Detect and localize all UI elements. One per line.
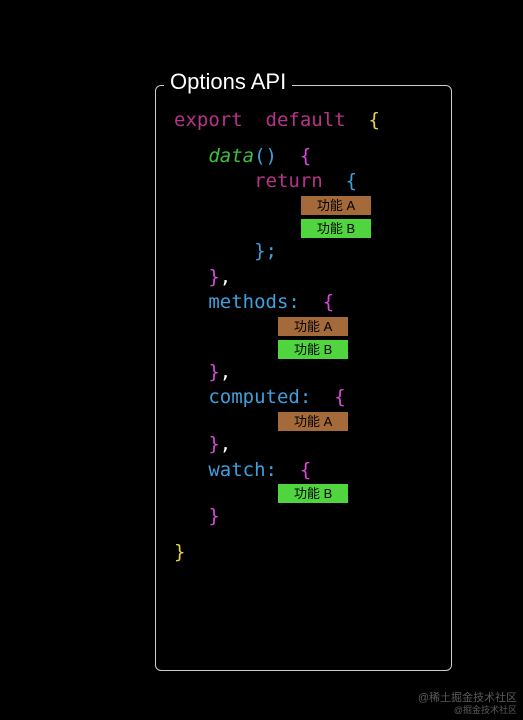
feature-box-b: 功能 B [300,218,372,239]
keyword-return: return [254,170,323,192]
keyword-default: default [266,109,346,131]
watch-prop: watch [208,459,265,481]
feature-box-a: 功能 A [277,411,349,432]
brace-close-watch: } [208,505,219,527]
colon: : [288,291,299,313]
comma: , [220,433,231,455]
keyword-export: export [174,109,243,131]
brace-close-data: } [208,266,219,288]
feature-box-b: 功能 B [277,339,349,360]
methods-prop: methods [208,291,288,313]
brace-open-data: { [300,145,311,167]
brace-close-return: } [254,240,265,262]
paren-open: ( [254,145,265,167]
brace-close-methods: } [208,361,219,383]
watermark-line2: @掘金技术社区 [418,705,517,716]
brace-open-methods: { [323,291,334,313]
data-function: data [208,145,254,167]
feature-box-a: 功能 A [300,195,372,216]
feature-box-b: 功能 B [277,483,349,504]
brace-close-outer: } [174,541,185,563]
options-api-panel: Options API export default { data() { re… [155,85,452,671]
comma: , [220,361,231,383]
comma: , [220,266,231,288]
semicolon: ; [266,240,277,262]
paren-close: ) [266,145,277,167]
brace-open-watch: { [300,459,311,481]
brace-open-return: { [346,170,357,192]
watermark-line1: @稀土掘金技术社区 [418,692,517,704]
computed-prop: computed [208,386,300,408]
colon: : [300,386,311,408]
brace-close-computed: } [208,433,219,455]
watermark: @稀土掘金技术社区 @掘金技术社区 [418,692,517,716]
code-block: export default { data() { return { 功能 A … [156,86,451,580]
brace-open-outer: { [369,109,380,131]
colon: : [266,459,277,481]
brace-open-computed: { [334,386,345,408]
panel-title: Options API [164,69,292,95]
feature-box-a: 功能 A [277,316,349,337]
